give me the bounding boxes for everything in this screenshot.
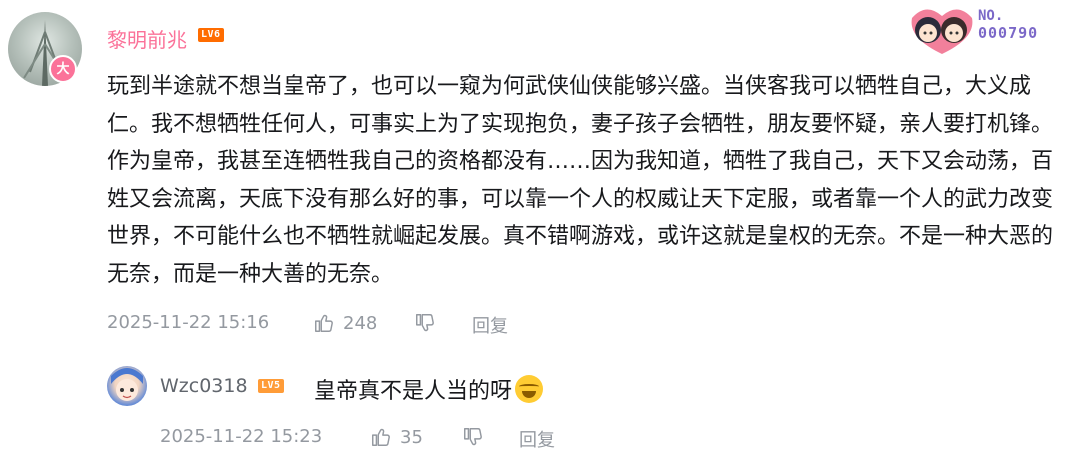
- comment-username[interactable]: 黎明前兆: [107, 24, 187, 53]
- reply-dislike-button[interactable]: [462, 426, 492, 448]
- comment-text: 玩到半途就不想当皇帝了，也可以一窥为何武侠仙侠能够兴盛。当侠客我可以牺牲自己，大…: [107, 74, 1054, 287]
- reply-user-avatar[interactable]: [107, 366, 147, 406]
- chibi-characters-icon: [911, 9, 973, 54]
- reply-button[interactable]: 回复: [472, 312, 508, 338]
- thumbs-up-icon: [370, 426, 392, 448]
- fan-card-number: NO. 000790: [978, 8, 1038, 42]
- avatar-badge: 大: [49, 55, 77, 83]
- reply-text: 皇帝真不是人当的呀: [314, 379, 513, 404]
- fan-card-no-label: NO.: [978, 8, 1004, 24]
- reply-text-row: 皇帝真不是人当的呀: [314, 373, 544, 405]
- reply-level-badge: LV5: [258, 379, 284, 393]
- like-count: 248: [343, 312, 378, 334]
- level-badge: LV6: [198, 28, 224, 42]
- reply-like-count: 35: [400, 426, 423, 448]
- fan-card-decoration: [906, 4, 976, 56]
- dislike-button[interactable]: [414, 312, 444, 334]
- thumbs-down-icon: [414, 312, 436, 334]
- fan-card-no-value: 000790: [978, 24, 1039, 42]
- thumbs-down-icon: [462, 426, 484, 448]
- thumbs-up-icon: [313, 312, 335, 334]
- reply-timestamp: 2025-11-22 15:23: [160, 426, 323, 447]
- comment-timestamp: 2025-11-22 15:16: [107, 312, 270, 333]
- anime-avatar-icon: [111, 368, 143, 401]
- like-button[interactable]: 248: [313, 312, 377, 334]
- laughing-crying-emoji-icon: [515, 375, 544, 403]
- reply-reply-button[interactable]: 回复: [519, 426, 555, 452]
- reply-like-button[interactable]: 35: [370, 426, 423, 448]
- reply-username[interactable]: Wzc0318: [160, 375, 248, 397]
